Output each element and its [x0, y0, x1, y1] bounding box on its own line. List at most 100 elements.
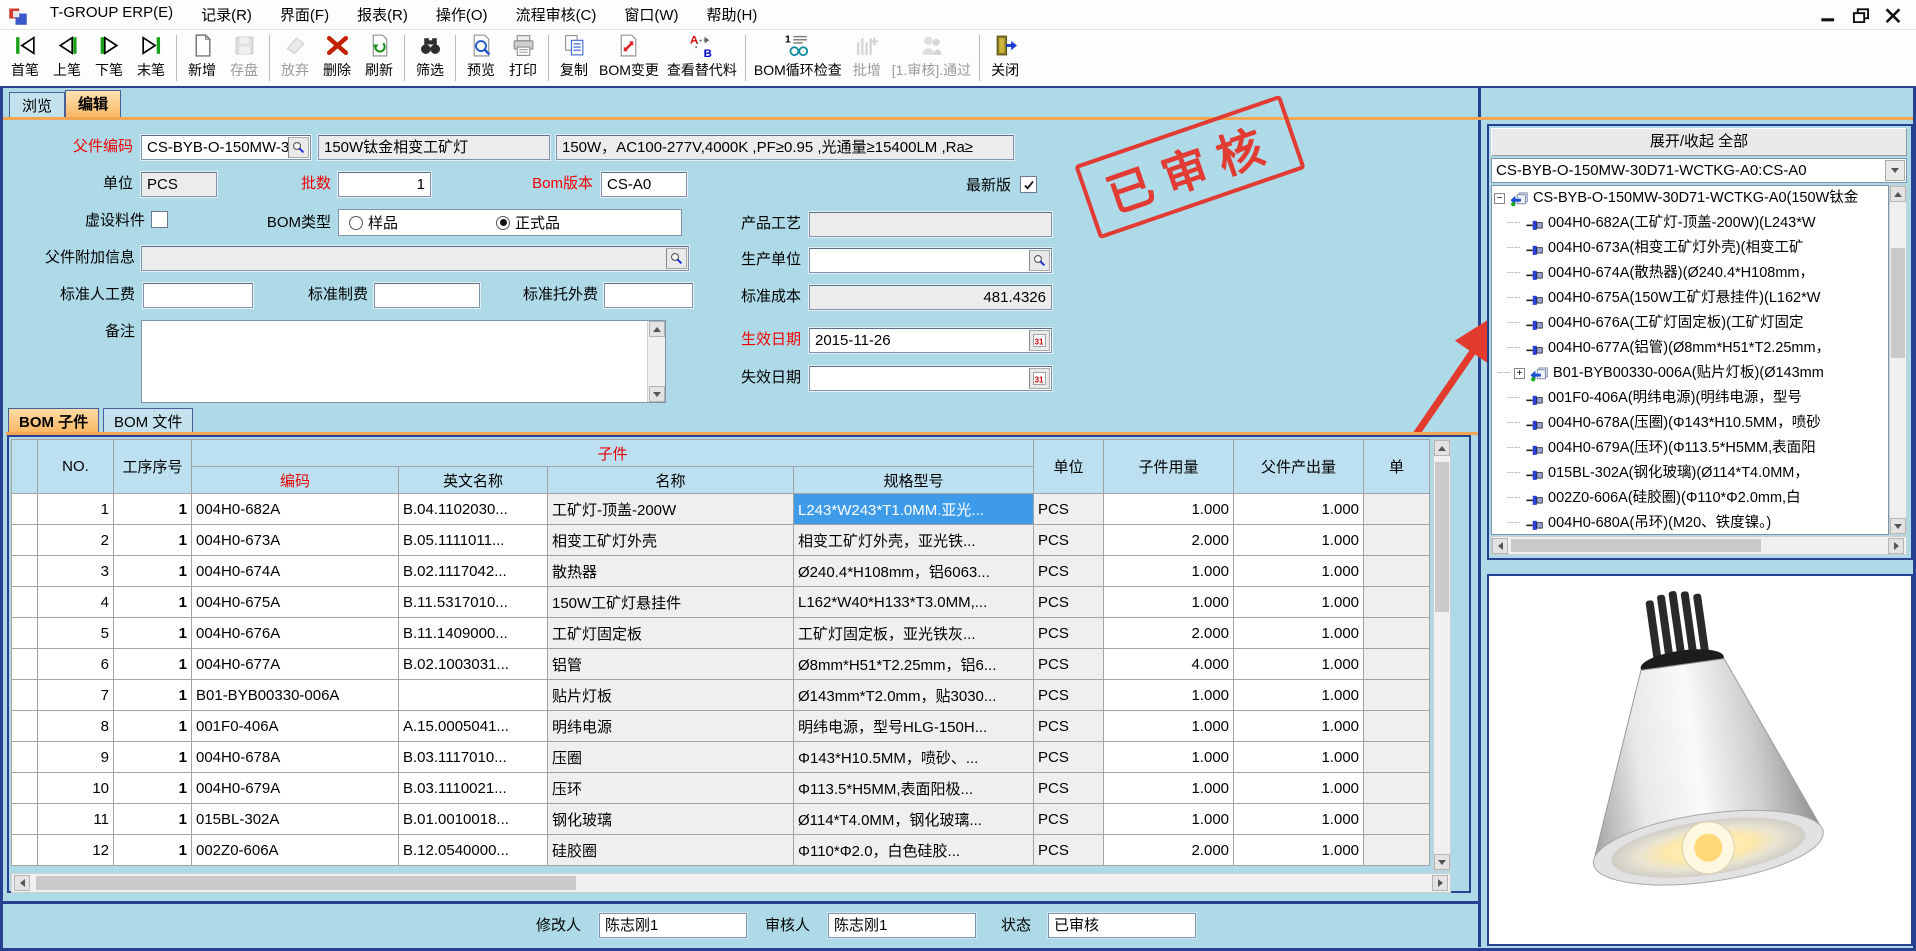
row-selector[interactable] [12, 556, 38, 587]
cell-parent-qty[interactable]: 1.000 [1234, 525, 1364, 556]
toolbar-nav-prev-button[interactable]: 上笔 [46, 32, 88, 80]
cell-unit[interactable]: PCS [1034, 835, 1104, 866]
tree-item[interactable]: ┈┈004H0-673A(相变工矿灯外壳)(相变工矿 [1492, 236, 1888, 261]
bom-version-combo[interactable]: CS-BYB-O-150MW-30D71-WCTKG-A0:CS-A0 [1491, 158, 1907, 183]
cell-no[interactable]: 10 [38, 773, 114, 804]
cell-cut[interactable] [1364, 649, 1430, 680]
tab-bom-children[interactable]: BOM 子件 [8, 408, 99, 433]
restore-button[interactable] [1852, 8, 1870, 22]
prod-unit-lookup-icon[interactable] [1029, 250, 1050, 271]
cell-spec[interactable]: Ø143mm*T2.0mm，贴3030... [794, 680, 1034, 711]
menu-item-1[interactable]: 记录(R) [187, 0, 266, 29]
toolbar-bom-loop-button[interactable]: 1BOM循环检查 [750, 32, 846, 80]
cell-cut[interactable] [1364, 742, 1430, 773]
row-selector[interactable] [12, 494, 38, 525]
parent-extra-lookup-icon[interactable] [666, 248, 687, 269]
menu-item-6[interactable]: 窗口(W) [610, 0, 692, 29]
latest-version-checkbox[interactable] [1020, 176, 1037, 193]
cell-code[interactable]: 015BL-302A [192, 804, 399, 835]
cell-name[interactable]: 贴片灯板 [548, 680, 794, 711]
cell-name[interactable]: 散热器 [548, 556, 794, 587]
row-selector[interactable] [12, 804, 38, 835]
cell-name[interactable]: 明纬电源 [548, 711, 794, 742]
remark-scrollbar[interactable] [647, 321, 665, 402]
cell-no[interactable]: 1 [38, 494, 114, 525]
cell-no[interactable]: 8 [38, 711, 114, 742]
std-make-field[interactable] [374, 283, 480, 308]
cell-cut[interactable] [1364, 494, 1430, 525]
std-labor-field[interactable] [143, 283, 253, 308]
cell-no[interactable]: 11 [38, 804, 114, 835]
cell-qty[interactable]: 4.000 [1104, 649, 1234, 680]
row-selector[interactable] [12, 649, 38, 680]
cell-unit[interactable]: PCS [1034, 649, 1104, 680]
std-out-field[interactable] [604, 283, 693, 308]
cell-qty[interactable]: 1.000 [1104, 742, 1234, 773]
cell-seq[interactable]: 1 [114, 835, 192, 866]
remark-field[interactable] [141, 320, 666, 403]
col-cut[interactable]: 单 [1364, 440, 1430, 494]
cell-no[interactable]: 5 [38, 618, 114, 649]
cell-spec[interactable]: Φ143*H10.5MM，喷砂、... [794, 742, 1034, 773]
cell-eng-name[interactable]: B.03.1117010... [399, 742, 548, 773]
col-spec[interactable]: 规格型号 [794, 467, 1034, 494]
col-seq[interactable]: 工序序号 [114, 440, 192, 494]
tree-item[interactable]: ┈┈004H0-674A(散热器)(Ø240.4*H108mm， [1492, 261, 1888, 286]
menu-item-7[interactable]: 帮助(H) [693, 0, 772, 29]
cell-qty[interactable]: 1.000 [1104, 711, 1234, 742]
tree-item[interactable]: ┈┈001F0-406A(明纬电源)(明纬电源，型号 [1492, 386, 1888, 411]
cell-parent-qty[interactable]: 1.000 [1234, 835, 1364, 866]
cell-seq[interactable]: 1 [114, 618, 192, 649]
cell-cut[interactable] [1364, 618, 1430, 649]
cell-parent-qty[interactable]: 1.000 [1234, 711, 1364, 742]
cell-cut[interactable] [1364, 680, 1430, 711]
cell-unit[interactable]: PCS [1034, 587, 1104, 618]
cell-name[interactable]: 工矿灯-顶盖-200W [548, 494, 794, 525]
menu-item-2[interactable]: 界面(F) [266, 0, 343, 29]
cell-qty[interactable]: 1.000 [1104, 556, 1234, 587]
cell-name[interactable]: 钢化玻璃 [548, 804, 794, 835]
cell-spec[interactable]: Φ113.5*H5MM,表面阳极... [794, 773, 1034, 804]
cell-code[interactable]: 004H0-679A [192, 773, 399, 804]
effective-calendar-icon[interactable]: 31 [1029, 330, 1050, 351]
cell-seq[interactable]: 1 [114, 494, 192, 525]
cell-cut[interactable] [1364, 587, 1430, 618]
cell-name[interactable]: 工矿灯固定板 [548, 618, 794, 649]
toolbar-close-door-button[interactable]: 关闭 [984, 32, 1026, 80]
cell-spec[interactable]: Φ110*Φ2.0，白色硅胶... [794, 835, 1034, 866]
row-selector[interactable] [12, 618, 38, 649]
cell-cut[interactable] [1364, 525, 1430, 556]
cell-cut[interactable] [1364, 835, 1430, 866]
cell-spec[interactable]: Ø8mm*H51*T2.25mm，铝6... [794, 649, 1034, 680]
cell-no[interactable]: 2 [38, 525, 114, 556]
cell-name[interactable]: 铝管 [548, 649, 794, 680]
prod-unit-field[interactable] [809, 248, 1052, 273]
cell-eng-name[interactable]: B.12.0540000... [399, 835, 548, 866]
col-qty[interactable]: 子件用量 [1104, 440, 1234, 494]
tree-item[interactable]: ┈┈004H0-676A(工矿灯固定板)(工矿灯固定 [1492, 311, 1888, 336]
cell-eng-name[interactable]: B.04.1102030... [399, 494, 548, 525]
toolbar-preview-button[interactable]: 预览 [460, 32, 502, 80]
cell-seq[interactable]: 1 [114, 556, 192, 587]
cell-code[interactable]: 004H0-677A [192, 649, 399, 680]
row-selector[interactable] [12, 680, 38, 711]
cell-parent-qty[interactable]: 1.000 [1234, 618, 1364, 649]
tree-expand-icon[interactable]: + [1514, 368, 1525, 379]
cell-unit[interactable]: PCS [1034, 711, 1104, 742]
row-selector[interactable] [12, 587, 38, 618]
cell-eng-name[interactable] [399, 680, 548, 711]
menu-item-0[interactable]: T-GROUP ERP(E) [36, 0, 187, 29]
cell-eng-name[interactable]: B.05.1111011... [399, 525, 548, 556]
tree-item[interactable]: ┈┈002Z0-606A(硅胶圈)(Φ110*Φ2.0mm,白 [1492, 486, 1888, 511]
expand-collapse-button[interactable]: 展开/收起 全部 [1491, 128, 1907, 156]
combo-dropdown-icon[interactable] [1885, 160, 1905, 181]
cell-unit[interactable]: PCS [1034, 804, 1104, 835]
grid-vertical-scrollbar[interactable] [1433, 439, 1451, 871]
menu-item-3[interactable]: 报表(R) [343, 0, 422, 29]
row-selector[interactable] [12, 835, 38, 866]
cell-eng-name[interactable]: A.15.0005041... [399, 711, 548, 742]
tab-bom-files[interactable]: BOM 文件 [103, 408, 193, 433]
cell-eng-name[interactable]: B.11.5317010... [399, 587, 548, 618]
cell-no[interactable]: 6 [38, 649, 114, 680]
cell-name[interactable]: 压圈 [548, 742, 794, 773]
